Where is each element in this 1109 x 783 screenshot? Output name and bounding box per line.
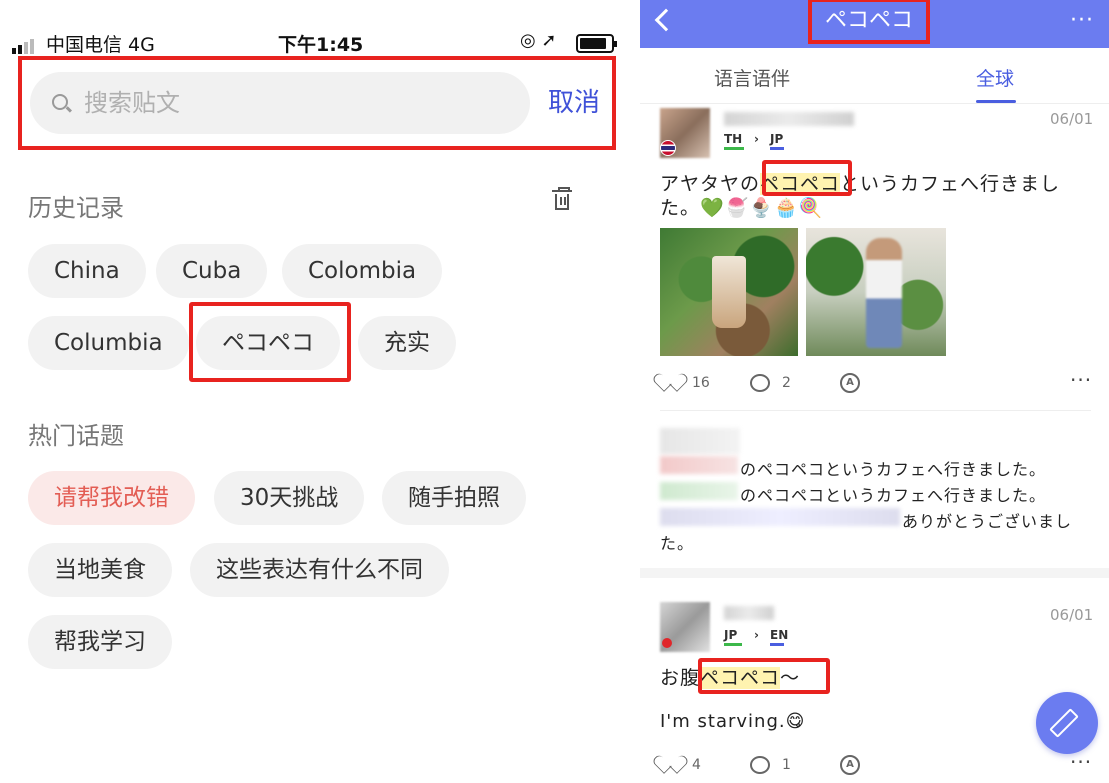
like-icon[interactable] (660, 374, 680, 392)
post-text[interactable]: アヤタヤのペコペコというカフェへ行きまし た。💚🍧🍨🧁🍭 (660, 172, 1096, 220)
hot-topic-chip[interactable]: 请帮我改错 (28, 471, 195, 525)
post-photo-bubble-tea[interactable] (660, 228, 798, 356)
tab-bar: 语言语伴 全球 (640, 48, 1109, 104)
like-icon[interactable] (660, 756, 680, 774)
thailand-flag-icon (660, 140, 676, 156)
back-icon[interactable] (654, 8, 678, 32)
arrow-icon: › (754, 628, 759, 642)
history-chip[interactable]: China (28, 244, 146, 298)
comment-icon[interactable] (750, 374, 770, 392)
like-count: 4 (692, 757, 701, 773)
reply-line: た。 (660, 534, 695, 553)
arrow-icon: › (754, 132, 759, 146)
reply-line: ありがとうございまし (902, 512, 1073, 531)
carrier-label: 中国电信 4G (46, 34, 155, 56)
history-chip[interactable]: ペコペコ (196, 316, 340, 370)
learning-language: JP (770, 132, 784, 150)
location-icon: ◎ ➚ (520, 30, 557, 51)
tab-language-partner[interactable]: 语言语伴 (714, 64, 790, 91)
history-title: 历史记录 (28, 194, 124, 222)
history-chip[interactable]: 充实 (358, 316, 456, 370)
cancel-button[interactable]: 取消 (548, 82, 600, 119)
history-chip[interactable]: Cuba (156, 244, 268, 298)
hot-topic-chip[interactable]: 当地美食 (28, 543, 172, 597)
like-count: 16 (692, 375, 710, 391)
post-date: 06/01 (1050, 606, 1094, 624)
learning-language: EN (770, 628, 788, 646)
search-icon (52, 94, 68, 110)
username-blurred (724, 112, 854, 126)
blurred-content (660, 508, 900, 526)
native-language: TH (724, 132, 744, 150)
page-title: ペコペコ (808, 0, 930, 44)
search-results-screen: ペコペコ ··· 语言语伴 全球 TH › JP 06/01 アヤタヤのペコペコ… (640, 0, 1109, 783)
nav-bar: ペコペコ ··· (640, 0, 1109, 48)
tab-global[interactable]: 全球 (976, 64, 1014, 91)
battery-icon (576, 34, 617, 53)
hot-topic-chip[interactable]: 帮我学习 (28, 615, 172, 669)
tab-indicator (976, 100, 1016, 103)
trash-icon[interactable] (552, 187, 572, 212)
hot-topic-chip[interactable]: 随手拍照 (382, 471, 526, 525)
signal-icon (12, 32, 36, 54)
post-text[interactable]: お腹ペコペコ～ (660, 666, 800, 690)
blurred-content (660, 482, 738, 500)
post-date: 06/01 (1050, 110, 1094, 128)
history-chip[interactable]: Columbia (28, 316, 189, 370)
post-photo-person[interactable] (806, 228, 946, 356)
reply-line: のペコペコというカフェへ行きました。 (740, 460, 1047, 479)
hot-topics-title: 热门话题 (28, 422, 124, 450)
blurred-content (660, 456, 738, 474)
section-divider (640, 568, 1109, 578)
username-blurred (724, 606, 774, 620)
compose-button[interactable] (1036, 692, 1098, 754)
search-input[interactable] (84, 86, 504, 120)
translation-text: I'm starving.😋 (660, 711, 806, 732)
divider (660, 410, 1091, 411)
hot-topic-chip[interactable]: 这些表达有什么不同 (190, 543, 449, 597)
more-options-icon[interactable]: ··· (1070, 368, 1092, 392)
clock: 下午1:45 (278, 34, 364, 56)
translate-icon[interactable]: A (840, 373, 860, 393)
more-options-icon[interactable]: ··· (1070, 750, 1092, 774)
native-language: JP (724, 628, 742, 646)
more-icon[interactable]: ··· (1070, 8, 1094, 33)
search-box[interactable] (30, 72, 530, 134)
online-dot (662, 638, 672, 648)
comment-count: 1 (782, 757, 791, 773)
search-bar-highlight: 取消 (18, 56, 616, 150)
history-chip[interactable]: Colombia (282, 244, 443, 298)
comment-count: 2 (782, 375, 791, 391)
comment-icon[interactable] (750, 756, 770, 774)
hot-topic-chip[interactable]: 30天挑战 (214, 471, 365, 525)
translate-icon[interactable]: A (840, 755, 860, 775)
search-screen: 中国电信 4G 下午1:45 ◎ ➚ 取消 历史记录 China Cuba Co… (0, 0, 626, 783)
reply-line: のペコペコというカフェへ行きました。 (740, 486, 1047, 505)
blurred-content (660, 428, 740, 454)
